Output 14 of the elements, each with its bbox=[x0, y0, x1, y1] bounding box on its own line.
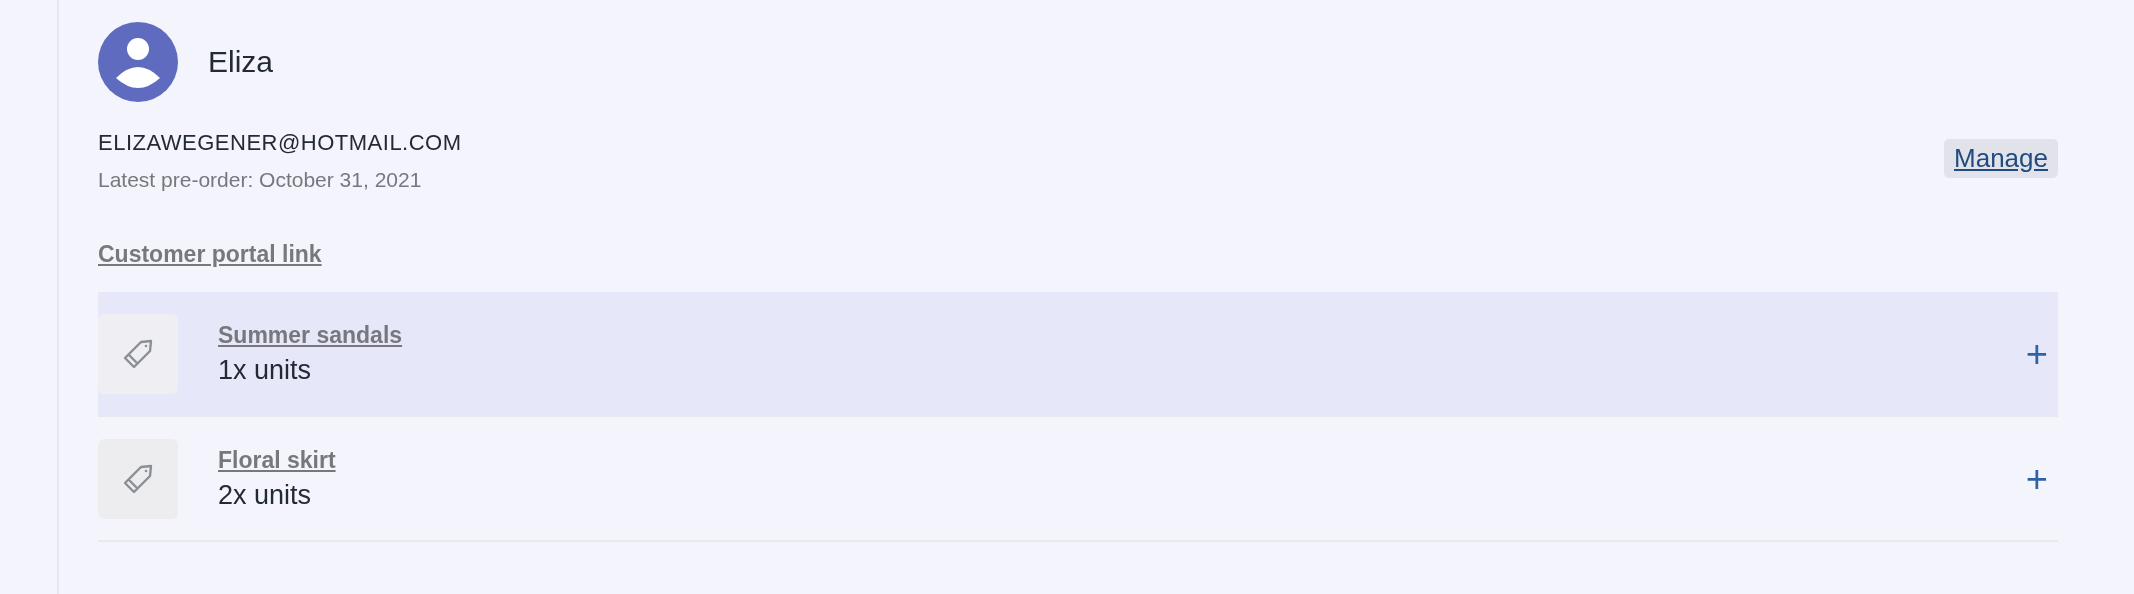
customer-name: Eliza bbox=[208, 45, 274, 79]
customer-portal-link[interactable]: Customer portal link bbox=[98, 241, 322, 268]
latest-preorder-date: Latest pre-order: October 31, 2021 bbox=[98, 168, 423, 192]
add-button[interactable]: + bbox=[2021, 459, 2052, 498]
product-link[interactable]: Floral skirt bbox=[218, 446, 336, 474]
product-quantity: 2x units bbox=[218, 479, 313, 511]
customer-email: ELIZAWEGENER@HOTMAIL.COM bbox=[98, 130, 462, 156]
product-quantity: 1x units bbox=[218, 354, 313, 386]
product-row[interactable]: Summer sandals 1x units + bbox=[98, 292, 2058, 417]
manage-button[interactable]: Manage bbox=[1944, 139, 2058, 178]
add-button[interactable]: + bbox=[2021, 334, 2052, 373]
product-link[interactable]: Summer sandals bbox=[218, 321, 403, 349]
product-row[interactable]: Floral skirt 2x units + bbox=[98, 417, 2058, 542]
avatar-icon bbox=[98, 22, 178, 102]
